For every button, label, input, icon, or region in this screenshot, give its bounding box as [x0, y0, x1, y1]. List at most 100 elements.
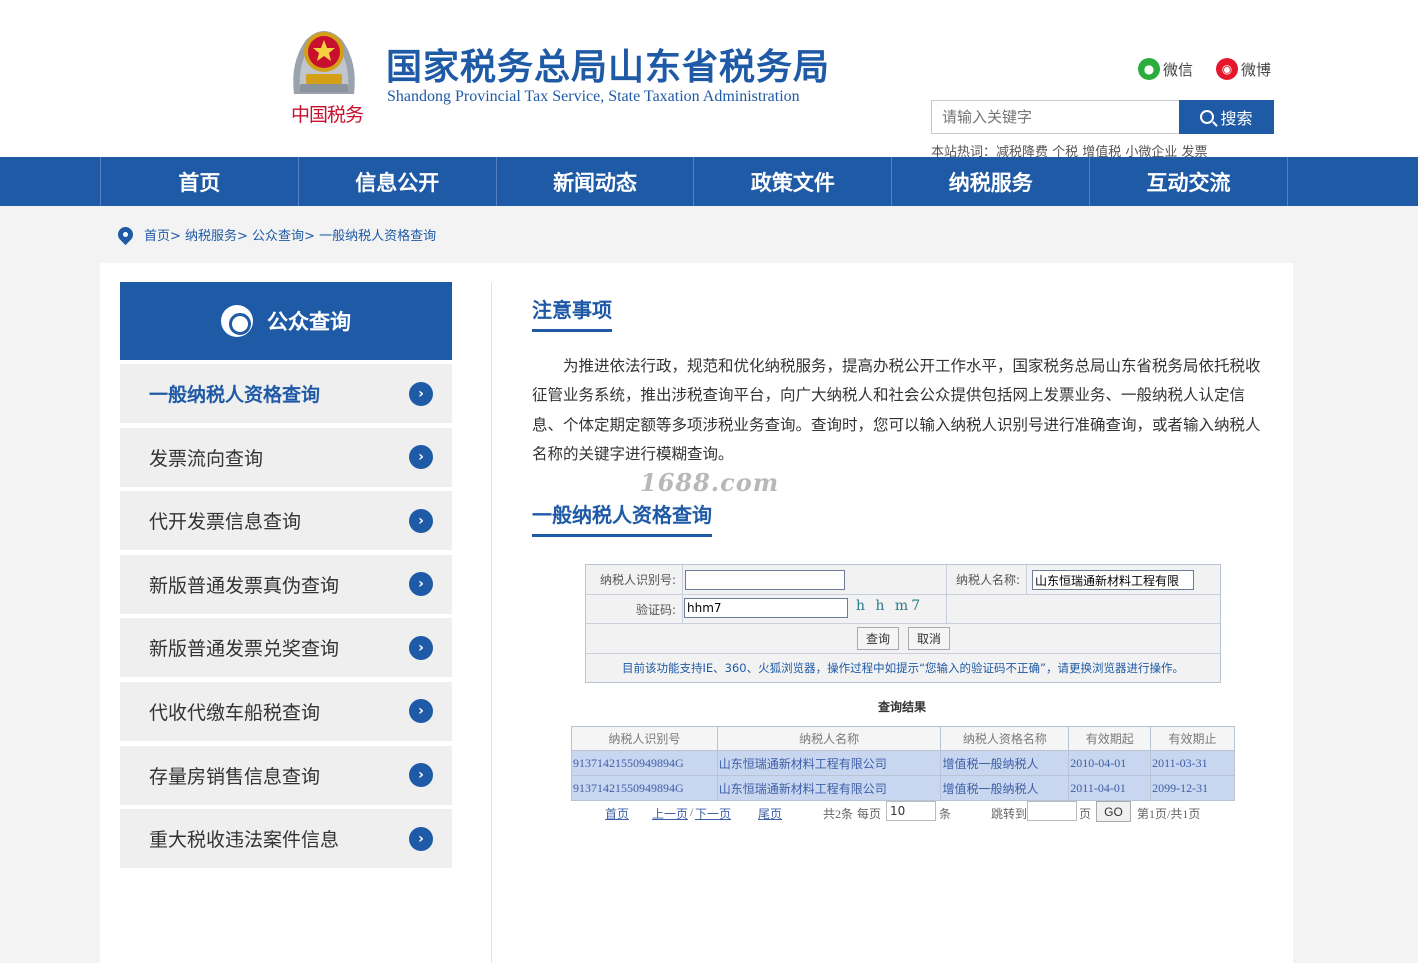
sidebar-item-invoice-authenticity[interactable]: 新版普通发票真伪查询 › [120, 554, 452, 614]
next-page-link[interactable]: 下一页 [695, 805, 731, 822]
national-emblem-icon [293, 31, 355, 94]
column-header: 纳税人名称 [716, 726, 942, 751]
nav-policy[interactable]: 政策文件 [694, 157, 893, 206]
per-page-label: 每页 [857, 807, 882, 821]
prev-page-link[interactable]: 上一页 [652, 805, 688, 822]
sidebar-item-label: 一般纳税人资格查询 [149, 384, 321, 406]
site-header: 中国税务 国家税务总局山东省税务局 Shandong Provincial Ta… [0, 0, 1418, 160]
captcha-image[interactable]: h h m7 [856, 598, 923, 614]
query-icon [221, 305, 253, 337]
per-page-unit: 条 [939, 807, 952, 821]
page-status: 第1页/共1页 [1137, 807, 1201, 821]
weibo-link[interactable]: ◉ 微博 [1216, 58, 1271, 80]
site-title-english: Shandong Provincial Tax Service, State T… [387, 88, 800, 105]
result-table: 纳税人识别号 纳税人名称 纳税人资格名称 有效期起 有效期止 913714215… [571, 726, 1235, 801]
taxpayer-name-input[interactable] [1032, 570, 1194, 590]
query-form: 纳税人识别号: 纳税人名称: 验证码: h h m7 查询 取消 目前该功能支持… [585, 564, 1221, 683]
column-header: 有效期起 [1068, 726, 1152, 751]
sidebar-item-label: 新版普通发票真伪查询 [149, 574, 340, 597]
breadcrumb-text[interactable]: 首页> 纳税服务> 公众查询> 一般纳税人资格查询 [144, 225, 436, 244]
sidebar-item-tax-violation[interactable]: 重大税收违法案件信息 › [120, 809, 452, 869]
jump-label: 跳转到 [991, 807, 1028, 821]
nav-interaction[interactable]: 互动交流 [1090, 157, 1288, 206]
cell-taxpayer-id: 91371421550949894G [571, 775, 718, 801]
notice-title: 注意事项 [532, 294, 612, 332]
chevron-right-icon: › [409, 381, 433, 406]
go-button[interactable]: GO [1096, 801, 1131, 822]
table-row[interactable]: 91371421550949894G 山东恒瑞通新材料工程有限公司 增值税一般纳… [571, 775, 1235, 801]
query-button[interactable]: 查询 [857, 627, 899, 650]
wechat-label: 微信 [1163, 60, 1194, 79]
location-pin-icon [114, 223, 137, 246]
notice-text: 为推进依法行政，规范和优化纳税服务，提高办税公开工作水平，国家税务总局山东省税务… [532, 357, 1261, 463]
sidebar-item-label: 代收代缴车船税查询 [149, 701, 321, 724]
sidebar-item-label: 重大税收违法案件信息 [149, 829, 340, 852]
chevron-right-icon: › [409, 699, 433, 724]
pagination: 首页 上一页 / 下一页 尾页 共2条 每页 条 跳转到 页 GO 第1页/共1… [571, 800, 1235, 824]
chevron-right-icon: › [409, 572, 433, 597]
cell-taxpayer-name: 山东恒瑞通新材料工程有限公司 [716, 750, 942, 776]
column-header: 有效期止 [1150, 726, 1235, 751]
sidebar-item-invoice-flow[interactable]: 发票流向查询 › [120, 427, 452, 487]
taxpayer-name-label: 纳税人名称: [947, 565, 1027, 594]
sidebar-item-general-taxpayer[interactable]: 一般纳税人资格查询 › [120, 364, 452, 423]
sidebar-header: 公众查询 [120, 282, 452, 360]
sidebar-item-housing-sales[interactable]: 存量房销售信息查询 › [120, 745, 452, 805]
wechat-icon: ● [1138, 58, 1160, 80]
table-row[interactable]: 91371421550949894G 山东恒瑞通新材料工程有限公司 增值税一般纳… [571, 750, 1235, 776]
breadcrumb: 首页> 纳税服务> 公众查询> 一般纳税人资格查询 [114, 223, 436, 246]
search-button[interactable]: 搜索 [1179, 100, 1274, 134]
cell-qualification: 增值税一般纳税人 [940, 775, 1070, 801]
search-button-label: 搜索 [1220, 111, 1253, 128]
page-unit: 页 [1079, 807, 1092, 821]
search-input[interactable] [931, 100, 1180, 134]
result-caption: 查询结果 [878, 700, 927, 714]
cell-valid-from: 2010-04-01 [1068, 750, 1152, 776]
sidebar-item-vehicle-tax[interactable]: 代收代缴车船税查询 › [120, 681, 452, 741]
nav-info-public[interactable]: 信息公开 [299, 157, 497, 206]
sidebar-item-label: 新版普通发票兑奖查询 [149, 638, 340, 661]
sidebar-item-label: 发票流向查询 [149, 447, 264, 470]
first-page-link[interactable]: 首页 [605, 805, 629, 822]
sidebar-item-label: 存量房销售信息查询 [149, 765, 321, 788]
cell-valid-from: 2011-04-01 [1068, 775, 1152, 801]
cancel-button[interactable]: 取消 [908, 627, 950, 650]
weibo-icon: ◉ [1216, 58, 1238, 80]
nav-home[interactable]: 首页 [101, 157, 299, 206]
sidebar-title: 公众查询 [267, 310, 351, 334]
sidebar-list: 一般纳税人资格查询 › 发票流向查询 › 代开发票信息查询 › 新版普通发票真伪… [120, 364, 452, 873]
weibo-label: 微博 [1241, 60, 1272, 79]
sidebar-item-label: 代开发票信息查询 [149, 511, 302, 534]
main-nav: 首页 信息公开 新闻动态 政策文件 纳税服务 互动交流 [0, 157, 1418, 206]
captcha-input[interactable] [684, 598, 848, 618]
column-header: 纳税人识别号 [571, 726, 718, 751]
browser-tip: 目前该功能支持IE、360、火狐浏览器，操作过程中如提示“您输入的验证码不正确”… [621, 661, 1185, 675]
nav-news[interactable]: 新闻动态 [497, 157, 695, 206]
cell-valid-to: 2099-12-31 [1150, 775, 1235, 801]
cell-qualification: 增值税一般纳税人 [940, 750, 1070, 776]
wechat-link[interactable]: ● 微信 [1138, 58, 1193, 80]
last-page-link[interactable]: 尾页 [758, 805, 782, 822]
query-title: 一般纳税人资格查询 [532, 499, 712, 537]
nav-tax-service[interactable]: 纳税服务 [892, 157, 1091, 206]
table-header-row: 纳税人识别号 纳税人名称 纳税人资格名称 有效期起 有效期止 [571, 726, 1235, 751]
chevron-right-icon: › [409, 826, 433, 851]
total-count: 共2条 [823, 807, 854, 821]
column-divider [491, 283, 492, 963]
column-header: 纳税人资格名称 [940, 726, 1070, 751]
per-page-input[interactable] [886, 801, 936, 821]
logo-text: 中国税务 [291, 104, 364, 126]
cell-taxpayer-id: 91371421550949894G [571, 750, 718, 776]
pager-separator: / [690, 805, 694, 819]
taxpayer-id-label: 纳税人识别号: [586, 565, 683, 594]
taxpayer-id-input[interactable] [685, 570, 845, 590]
chevron-right-icon: › [409, 445, 433, 470]
cell-taxpayer-name: 山东恒瑞通新材料工程有限公司 [716, 775, 942, 801]
chevron-right-icon: › [409, 635, 433, 660]
sidebar-item-invoice-lottery[interactable]: 新版普通发票兑奖查询 › [120, 618, 452, 678]
site-title[interactable]: 国家税务总局山东省税务局 [386, 38, 830, 90]
sidebar-item-issued-invoice[interactable]: 代开发票信息查询 › [120, 491, 452, 551]
jump-page-input[interactable] [1027, 801, 1077, 821]
cell-valid-to: 2011-03-31 [1150, 750, 1235, 776]
chevron-right-icon: › [409, 763, 433, 788]
